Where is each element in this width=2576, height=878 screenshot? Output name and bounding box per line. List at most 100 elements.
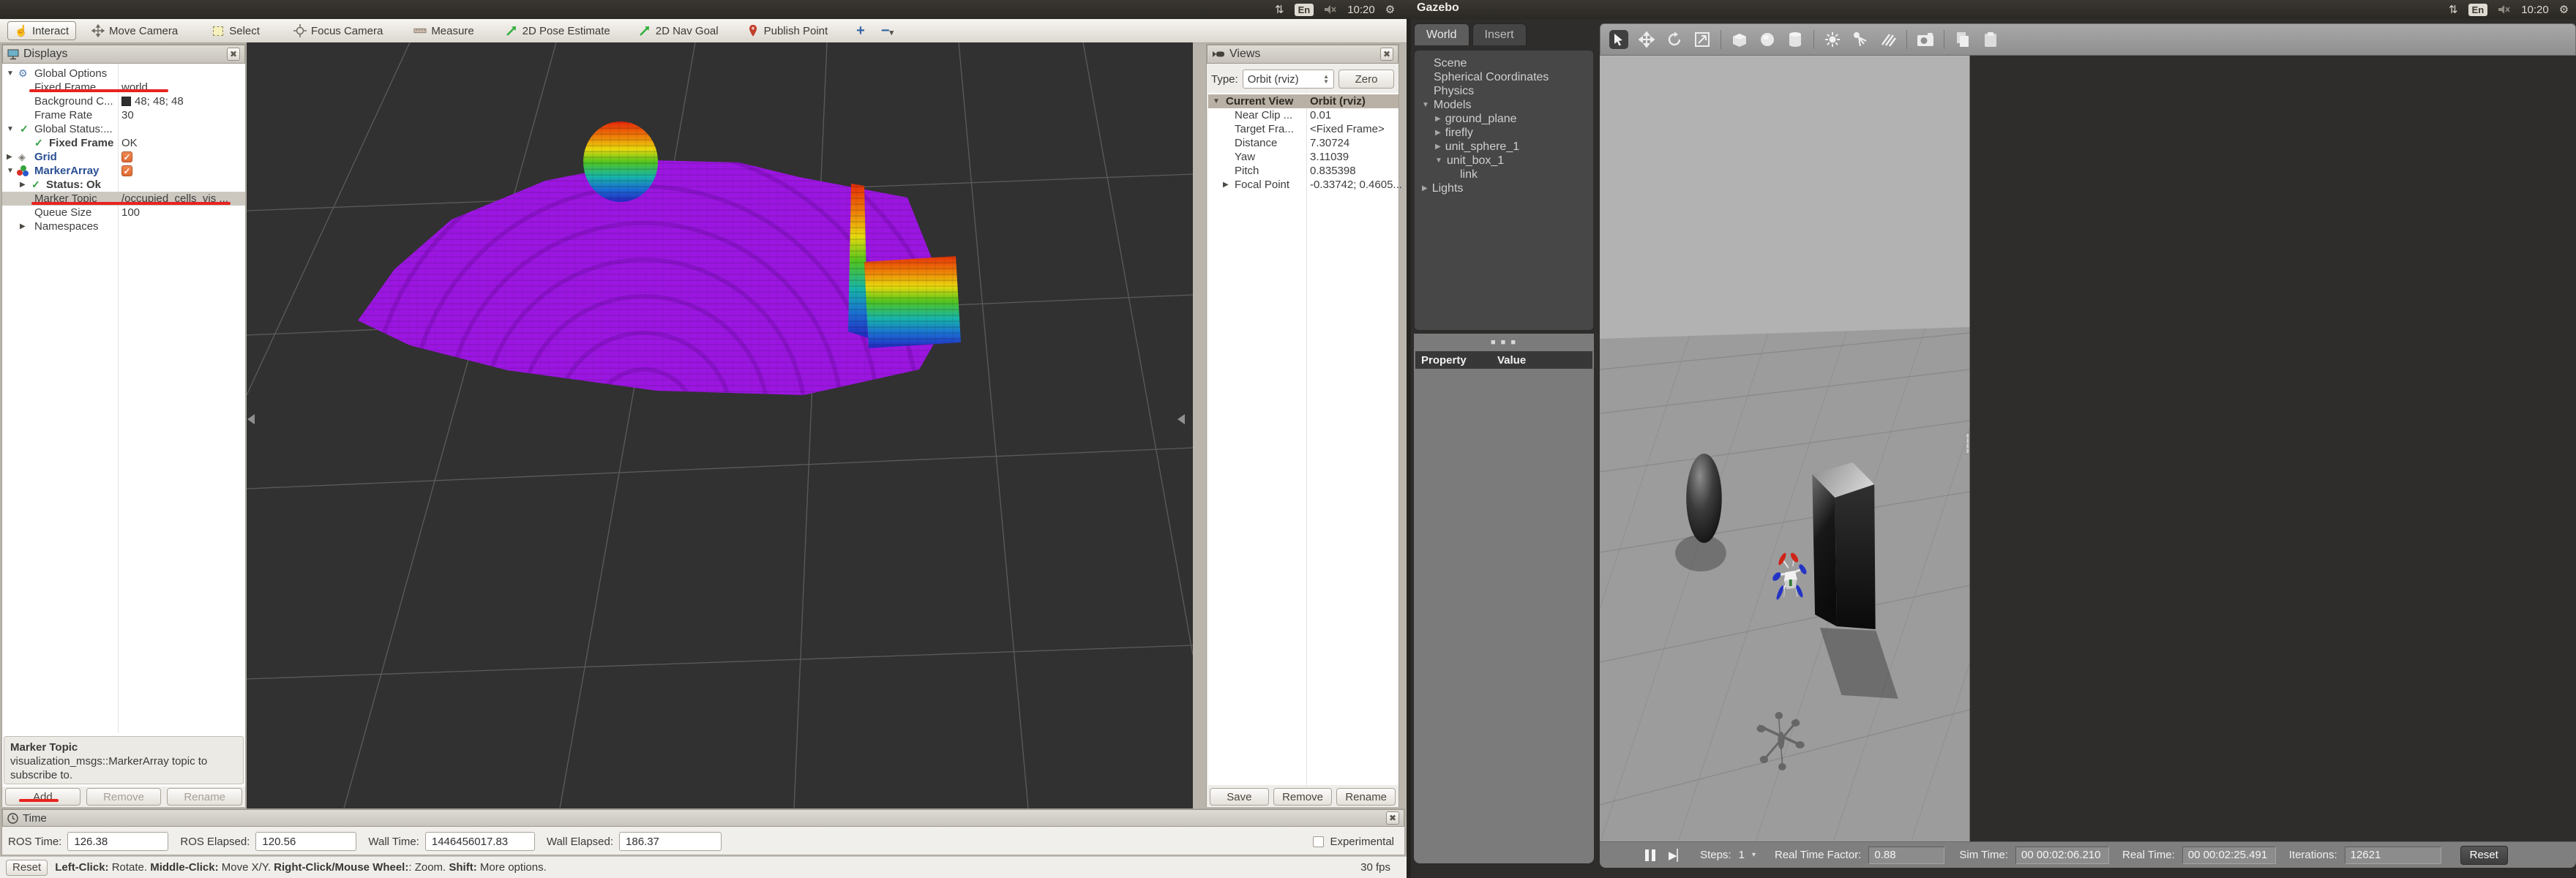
rviz-3d-viewport[interactable]	[247, 42, 1193, 808]
gazebo-reset-button[interactable]: Reset	[2460, 845, 2508, 865]
insert-spot-light-button[interactable]	[1851, 30, 1870, 49]
expander-open-icon[interactable]: ▼	[1422, 101, 1429, 109]
viewport-right-splitter-handle[interactable]	[1966, 432, 1969, 454]
expander-open-icon[interactable]: ▼	[7, 125, 14, 133]
zero-view-button[interactable]: Zero	[1338, 70, 1394, 89]
tree-row-global-options[interactable]: ▼ ⚙ Global Options	[2, 67, 245, 80]
insert-point-light-button[interactable]	[1823, 30, 1842, 49]
remove-display-button[interactable]: Remove	[86, 788, 162, 806]
scale-mode-button[interactable]	[1693, 30, 1712, 49]
steps-dropdown-icon[interactable]: ▾	[1752, 851, 1756, 859]
expander-open-icon[interactable]: ▼	[7, 167, 14, 175]
paste-button[interactable]	[1981, 30, 2000, 49]
tree-row-target-frame[interactable]: Target Fra... <Fixed Frame>	[1208, 122, 1399, 136]
network-updown-icon[interactable]: ⇅	[2449, 3, 2458, 16]
tree-item-unit-sphere[interactable]: ▶ unit_sphere_1	[1435, 140, 1519, 154]
property-column-header[interactable]: Property	[1415, 354, 1497, 367]
tree-row-queue-size[interactable]: Queue Size 100	[2, 206, 245, 220]
expander-closed-icon[interactable]: ▶	[1435, 115, 1441, 123]
wall-time-input[interactable]: 1446456017.83	[424, 832, 535, 851]
tab-world[interactable]: World	[1414, 23, 1469, 45]
expander-closed-icon[interactable]: ▶	[1435, 143, 1441, 151]
tree-row-near-clip[interactable]: Near Clip ... 0.01	[1208, 108, 1399, 122]
remove-tool-button[interactable]: −▾	[881, 23, 894, 40]
select-mode-button[interactable]	[1609, 30, 1628, 49]
rotate-mode-button[interactable]	[1665, 30, 1684, 49]
volume-muted-icon[interactable]	[2498, 4, 2511, 15]
ros-elapsed-input[interactable]: 120.56	[255, 832, 357, 851]
remove-view-button[interactable]: Remove	[1273, 788, 1333, 806]
pose-estimate-tool-button[interactable]: 2D Pose Estimate	[498, 22, 617, 40]
reset-time-button[interactable]: Reset	[6, 859, 48, 876]
tree-item-models[interactable]: ▼ Models	[1422, 98, 1471, 112]
session-gear-icon[interactable]: ⚙	[2559, 3, 2569, 16]
rename-display-button[interactable]: Rename	[167, 788, 243, 806]
insert-directional-light-button[interactable]	[1879, 30, 1898, 49]
rename-view-button[interactable]: Rename	[1336, 788, 1396, 806]
network-updown-icon[interactable]: ⇅	[1275, 3, 1284, 16]
tree-item-firefly[interactable]: ▶ firefly	[1435, 126, 1473, 140]
move-camera-tool-button[interactable]: Move Camera	[85, 22, 184, 40]
insert-cylinder-button[interactable]	[1786, 30, 1805, 49]
screenshot-button[interactable]	[1916, 30, 1935, 49]
tree-item-unit-box[interactable]: ▼ unit_box_1	[1435, 154, 1504, 168]
copy-button[interactable]	[1953, 30, 1972, 49]
tree-row-current-view[interactable]: ▼ Current View Orbit (rviz)	[1208, 94, 1399, 108]
expander-closed-icon[interactable]: ▶	[1422, 184, 1428, 192]
markerarray-enabled-checkbox[interactable]: ✓	[121, 165, 132, 176]
save-view-button[interactable]: Save	[1210, 788, 1269, 806]
clock[interactable]: 10:20	[1347, 4, 1375, 16]
spinner-arrows-icon[interactable]: ▲ ▼	[1323, 74, 1329, 85]
close-icon[interactable]: ✖	[1380, 48, 1393, 61]
tree-row-fixed-frame-status[interactable]: ✓ Fixed Frame OK	[2, 136, 245, 150]
wall-elapsed-input[interactable]: 186.37	[619, 832, 722, 851]
background-color-value[interactable]: 48; 48; 48	[121, 95, 184, 108]
insert-box-button[interactable]	[1730, 30, 1749, 49]
interact-tool-button[interactable]: ☝ Interact	[7, 21, 77, 40]
expander-closed-icon[interactable]: ▶	[1435, 129, 1441, 137]
close-icon[interactable]: ✖	[227, 48, 240, 61]
expander-closed-icon[interactable]: ▶	[7, 153, 12, 161]
translate-mode-button[interactable]	[1637, 30, 1656, 49]
tree-row-grid-display[interactable]: ▶ ◈ Grid ✓	[2, 150, 245, 164]
add-tool-button[interactable]: +	[856, 23, 865, 40]
views-panel-header[interactable]: Views ✖	[1207, 45, 1399, 64]
tree-item-lights[interactable]: ▶ Lights	[1422, 181, 1463, 195]
keyboard-layout-indicator[interactable]: En	[2468, 3, 2488, 16]
step-button[interactable]: ▶▏	[1669, 849, 1685, 862]
tree-item-link[interactable]: link	[1460, 168, 1478, 181]
nav-goal-tool-button[interactable]: 2D Nav Goal	[632, 22, 725, 40]
grid-enabled-checkbox[interactable]: ✓	[121, 151, 132, 162]
tree-item-ground-plane[interactable]: ▶ ground_plane	[1435, 112, 1517, 126]
expander-open-icon[interactable]: ▼	[1213, 97, 1220, 105]
view-type-combobox[interactable]: Orbit (rviz) ▲ ▼	[1242, 70, 1334, 89]
time-panel-header[interactable]: Time ✖	[2, 809, 1404, 827]
tree-row-pitch[interactable]: Pitch 0.835398	[1208, 164, 1399, 178]
expander-closed-icon[interactable]: ▶	[1223, 181, 1229, 189]
tree-row-yaw[interactable]: Yaw 3.11039	[1208, 150, 1399, 164]
volume-muted-icon[interactable]	[1324, 4, 1337, 15]
close-icon[interactable]: ✖	[1386, 811, 1399, 825]
tab-insert[interactable]: Insert	[1472, 23, 1527, 45]
experimental-checkbox[interactable]	[1313, 836, 1325, 847]
tree-row-marker-status[interactable]: ▶ ✓ Status: Ok	[2, 178, 245, 192]
pause-button[interactable]	[1645, 849, 1655, 861]
gazebo-3d-viewport[interactable]	[1600, 56, 2576, 841]
expander-open-icon[interactable]: ▼	[1435, 157, 1442, 165]
tree-row-focal-point[interactable]: ▶ Focal Point -0.33742; 0.4605...	[1208, 178, 1402, 192]
tree-row-markerarray-display[interactable]: ▼ MarkerArray ✓	[2, 164, 245, 178]
expander-closed-icon[interactable]: ▶	[20, 222, 26, 230]
value-column-header[interactable]: Value	[1497, 354, 1526, 367]
clock[interactable]: 10:20	[2521, 4, 2549, 16]
measure-tool-button[interactable]: Measure	[407, 22, 480, 40]
steps-value[interactable]: 1	[1739, 849, 1745, 861]
expander-closed-icon[interactable]: ▶	[20, 181, 26, 189]
tree-row-global-status[interactable]: ▼ ✓ Global Status:...	[2, 122, 245, 136]
ros-time-input[interactable]: 126.38	[67, 832, 169, 851]
select-tool-button[interactable]: Select	[205, 22, 266, 40]
publish-point-tool-button[interactable]: Publish Point	[740, 22, 835, 40]
keyboard-layout-indicator[interactable]: En	[1294, 3, 1314, 16]
add-display-button[interactable]: Add	[5, 788, 80, 806]
tree-row-distance[interactable]: Distance 7.30724	[1208, 136, 1399, 150]
tree-item-physics[interactable]: Physics	[1434, 84, 1474, 98]
